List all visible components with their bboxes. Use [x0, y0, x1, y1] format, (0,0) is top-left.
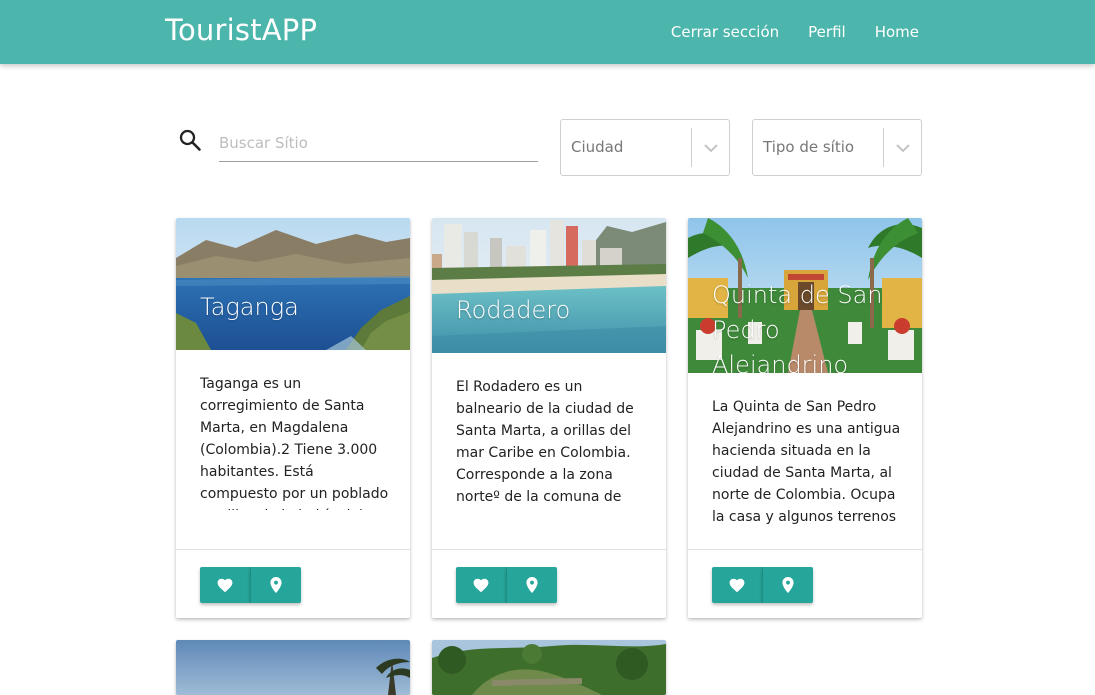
site-card-partial — [176, 640, 410, 695]
site-type-select[interactable]: Tipo de sítio — [752, 119, 922, 176]
location-button[interactable] — [250, 567, 301, 603]
chevron-down-icon — [896, 144, 910, 153]
site-card-taganga: Taganga Taganga es un corregimiento de S… — [176, 218, 410, 618]
location-button[interactable] — [762, 567, 813, 603]
card-button-group — [456, 567, 557, 603]
search-icon — [179, 129, 201, 151]
card-actions — [688, 549, 922, 618]
card-actions — [432, 549, 666, 618]
site-type-select-value: Tipo de sítio — [763, 138, 855, 156]
card-actions — [176, 549, 410, 618]
site-card-partial — [432, 640, 666, 695]
nav-home-link[interactable]: Home — [875, 23, 919, 41]
select-separator — [883, 128, 884, 167]
card-description: El Rodadero es un balneario de la ciudad… — [456, 379, 634, 505]
card-title: Taganga — [200, 293, 299, 321]
card-title: Rodadero — [456, 296, 571, 324]
card-image-taganga[interactable]: Taganga — [176, 218, 410, 350]
card-image-partial[interactable] — [176, 640, 410, 695]
location-pin-icon — [270, 577, 282, 593]
heart-icon — [473, 578, 489, 593]
card-title: Quinta de San Pedro Alejandrino — [712, 281, 883, 373]
card-description: Taganga es un corregimiento de Santa Mar… — [200, 376, 389, 510]
card-image-quinta-san-pedro[interactable]: Quinta de San Pedro Alejandrino — [688, 218, 922, 373]
top-navbar: TouristAPP Cerrar sección Perfil Home — [0, 0, 1095, 64]
heart-icon — [729, 578, 745, 593]
select-separator — [691, 128, 692, 167]
like-button[interactable] — [456, 567, 506, 603]
heart-icon — [217, 578, 233, 593]
city-select[interactable]: Ciudad — [560, 119, 730, 176]
like-button[interactable] — [200, 567, 250, 603]
location-button[interactable] — [506, 567, 557, 603]
search-input[interactable] — [219, 124, 538, 162]
like-button[interactable] — [712, 567, 762, 603]
card-button-group — [712, 567, 813, 603]
chevron-down-icon — [704, 144, 718, 153]
nav-profile-link[interactable]: Perfil — [808, 23, 846, 41]
card-description: La Quinta de San Pedro Alejandrino es un… — [712, 399, 901, 532]
location-pin-icon — [782, 577, 794, 593]
card-button-group — [200, 567, 301, 603]
card-image-partial[interactable] — [432, 640, 666, 695]
site-card-quinta-san-pedro: Quinta de San Pedro Alejandrino La Quint… — [688, 218, 922, 618]
app-brand-logo[interactable]: TouristAPP — [165, 13, 317, 47]
card-image-rodadero[interactable]: Rodadero — [432, 218, 666, 353]
location-pin-icon — [526, 577, 538, 593]
nav-logout-link[interactable]: Cerrar sección — [671, 23, 779, 41]
site-card-rodadero: Rodadero El Rodadero es un balneario de … — [432, 218, 666, 618]
city-select-value: Ciudad — [571, 138, 624, 156]
nav-links: Cerrar sección Perfil Home — [642, 23, 919, 41]
